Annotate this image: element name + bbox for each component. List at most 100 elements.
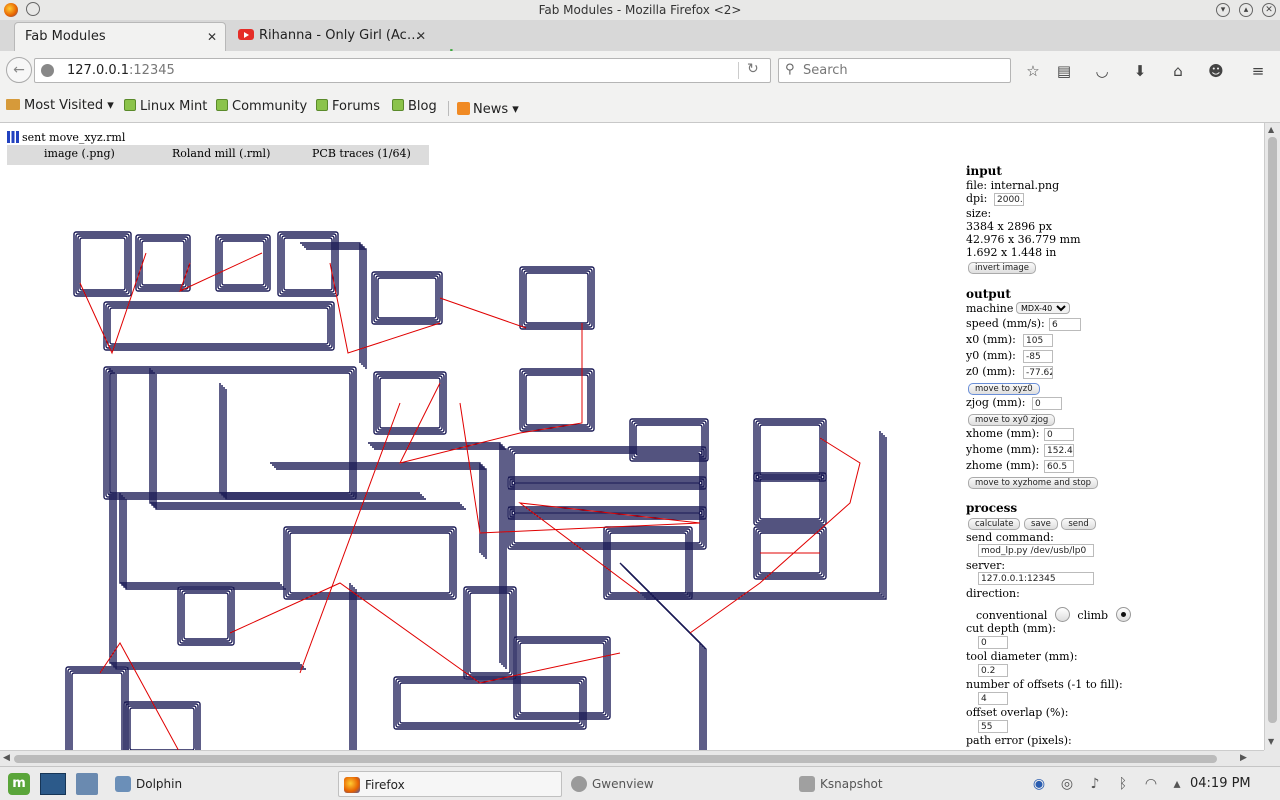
cut-depth-field[interactable]: [978, 636, 1008, 649]
server-field[interactable]: [978, 572, 1094, 585]
overlap-field[interactable]: [978, 720, 1008, 733]
trace-outline: [283, 237, 333, 291]
tab-close-icon[interactable]: ✕: [416, 22, 426, 50]
xhome-field[interactable]: [1044, 428, 1074, 441]
tool-diameter-field[interactable]: [978, 664, 1008, 677]
task-gwenview[interactable]: Gwenview: [566, 771, 786, 797]
bookmark-blog[interactable]: Blog: [392, 98, 437, 114]
trace-run: [270, 462, 481, 553]
speed-label: speed (mm/s):: [966, 317, 1045, 330]
site-identity-icon[interactable]: [41, 64, 54, 77]
security-shield-icon[interactable]: ◉: [1030, 775, 1048, 793]
y0-field[interactable]: [1023, 350, 1053, 363]
show-desktop-icon[interactable]: [40, 773, 66, 795]
menu-input-format[interactable]: image (.png): [44, 147, 115, 160]
move-to-xy0-zjog-button[interactable]: move to xy0 zjog: [968, 414, 1056, 426]
task-ksnapshot[interactable]: Ksnapshot: [794, 771, 1014, 797]
menu-icon[interactable]: ≡: [1248, 61, 1268, 81]
chat-icon[interactable]: ☻: [1206, 61, 1226, 81]
pin-icon[interactable]: [26, 2, 40, 16]
search-input[interactable]: ⚲ Search: [778, 58, 1011, 83]
save-button[interactable]: save: [1023, 518, 1058, 530]
move-to-xyzhome-button[interactable]: move to xyzhome and stop: [968, 477, 1099, 489]
scroll-up-icon[interactable]: ▲: [1268, 125, 1274, 134]
update-icon[interactable]: ◎: [1058, 775, 1076, 793]
trace-outline: [511, 480, 703, 516]
tab-close-icon[interactable]: ✕: [207, 23, 217, 51]
trace-outline: [137, 236, 189, 290]
scroll-left-icon[interactable]: ◀: [3, 753, 10, 763]
trace-outline: [179, 588, 233, 644]
close-window-icon[interactable]: ✕: [1262, 3, 1276, 17]
speed-field[interactable]: [1049, 318, 1081, 331]
downloads-icon[interactable]: ⬇: [1130, 61, 1150, 81]
trace-outline: [373, 273, 441, 323]
pocket-icon[interactable]: ◡: [1092, 61, 1112, 81]
invert-image-button[interactable]: invert image: [968, 262, 1037, 274]
trace-outline: [109, 372, 351, 494]
zhome-field[interactable]: [1044, 460, 1074, 473]
trace-outline: [759, 424, 821, 476]
trace-outline: [755, 420, 825, 480]
direction-label: direction:: [966, 587, 1020, 600]
scroll-right-icon[interactable]: ▶: [1240, 753, 1247, 763]
machine-select[interactable]: MDX-40: [1016, 302, 1070, 314]
bookmark-news[interactable]: News ▾: [448, 98, 519, 117]
back-button[interactable]: ←: [6, 57, 32, 83]
bookmark-community[interactable]: Community: [216, 98, 307, 114]
vertical-scrollbar[interactable]: ▲ ▼: [1264, 123, 1280, 750]
horizontal-scrollbar[interactable]: ◀ ▶: [0, 750, 1264, 766]
mint-icon: [124, 99, 136, 111]
minimize-icon[interactable]: ▾: [1216, 3, 1230, 17]
mint-icon: [216, 99, 228, 111]
scroll-down-icon[interactable]: ▼: [1268, 737, 1274, 746]
trace-run: [221, 385, 422, 496]
trace-outline: [75, 233, 130, 295]
dpi-field[interactable]: [994, 193, 1024, 206]
bookmark-forums[interactable]: Forums: [316, 98, 380, 114]
settings-panel: input file: internal.png dpi: size: 3384…: [966, 165, 1256, 747]
bookmark-linux-mint[interactable]: Linux Mint: [124, 98, 207, 114]
reading-list-icon[interactable]: ▤: [1054, 61, 1074, 81]
dpi-label: dpi:: [966, 192, 988, 205]
task-firefox[interactable]: Firefox: [338, 771, 562, 797]
send-command-field[interactable]: [978, 544, 1094, 557]
calculate-button[interactable]: calculate: [968, 518, 1021, 530]
tab-rihanna[interactable]: Rihanna - Only Girl (Ac… ✕: [228, 22, 434, 51]
trace-outline: [633, 422, 705, 458]
offsets-field[interactable]: [978, 692, 1008, 705]
volume-icon[interactable]: ♪: [1086, 775, 1104, 793]
rapid-move-line: [399, 323, 583, 464]
trace-outline: [127, 705, 197, 750]
move-to-xyz0-button[interactable]: move to xyz0: [968, 383, 1040, 395]
vertical-scroll-thumb[interactable]: [1268, 137, 1277, 723]
tab-fab-modules[interactable]: Fab Modules ✕: [14, 22, 226, 51]
trace-outline: [283, 526, 457, 600]
trace-outline: [177, 586, 235, 646]
rapid-move-line: [439, 297, 527, 329]
notifications-icon[interactable]: ▴: [1168, 775, 1186, 793]
horizontal-scroll-thumb[interactable]: [14, 755, 1217, 763]
home-icon[interactable]: ⌂: [1168, 61, 1188, 81]
wifi-icon[interactable]: ◠: [1142, 775, 1160, 793]
bookmark-most-visited[interactable]: Most Visited ▾: [6, 98, 114, 113]
menu-output-format[interactable]: Roland mill (.rml): [172, 147, 270, 160]
maximize-icon[interactable]: ▴: [1239, 3, 1253, 17]
yhome-field[interactable]: [1044, 444, 1074, 457]
path-error-label: path error (pixels):: [966, 734, 1072, 747]
z0-field[interactable]: [1023, 366, 1053, 379]
url-bar[interactable]: 127.0.0.1:12345 ↻: [34, 58, 771, 83]
menu-process[interactable]: PCB traces (1/64): [312, 147, 411, 160]
bookmark-star-icon[interactable]: ☆: [1023, 61, 1043, 81]
reload-icon[interactable]: ↻: [747, 61, 759, 77]
file-manager-icon[interactable]: [76, 773, 98, 795]
task-dolphin[interactable]: Dolphin: [110, 771, 330, 797]
conventional-radio[interactable]: [1054, 607, 1070, 622]
climb-radio[interactable]: [1115, 607, 1131, 622]
zjog-field[interactable]: [1032, 397, 1062, 410]
mint-menu-icon[interactable]: m: [8, 773, 30, 795]
bluetooth-icon[interactable]: ᛒ: [1114, 775, 1132, 793]
bookmark-separator: [448, 101, 449, 116]
x0-field[interactable]: [1023, 334, 1053, 347]
send-button[interactable]: send: [1061, 518, 1096, 530]
